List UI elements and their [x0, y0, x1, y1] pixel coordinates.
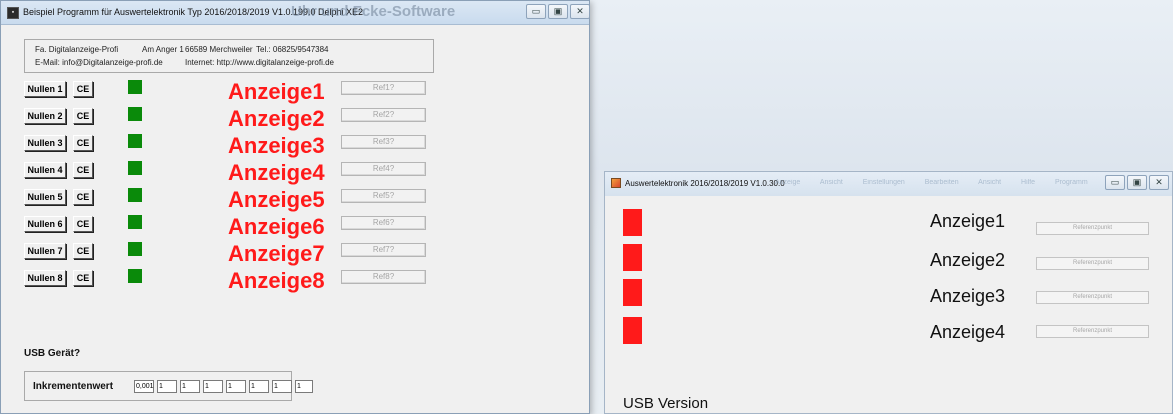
- inkrement-field-7[interactable]: 1: [272, 380, 292, 393]
- window-title-2: Auswertelektronik 2016/2018/2019 V1.0.30…: [625, 179, 785, 188]
- ce-button-3[interactable]: CE: [73, 135, 93, 151]
- nullen-button-2[interactable]: Nullen 2: [24, 108, 66, 124]
- status-led-red-1: [623, 209, 642, 236]
- app-icon-2: [611, 178, 621, 188]
- status-led-5: [128, 188, 142, 202]
- anzeige-value-7: Anzeige7: [228, 241, 325, 266]
- nullen-button-6[interactable]: Nullen 6: [24, 216, 66, 232]
- anzeige-label-1: Anzeige1: [930, 211, 1006, 231]
- close-button-2[interactable]: ✕: [1149, 175, 1169, 190]
- inkrement-field-5[interactable]: 1: [226, 380, 246, 393]
- inkrement-field-8[interactable]: 1: [295, 380, 313, 393]
- maximize-button[interactable]: ▣: [548, 4, 568, 19]
- company-street: Am Anger 1: [142, 45, 184, 54]
- company-name: Fa. Digitalanzeige-Profi: [35, 45, 119, 54]
- ref-button-7[interactable]: Ref7?: [341, 243, 426, 257]
- anzeige-label-3: Anzeige3: [930, 286, 1006, 306]
- status-led-red-4: [623, 317, 642, 344]
- ce-button-2[interactable]: CE: [73, 108, 93, 124]
- ref-button-4[interactable]: Ref4?: [341, 162, 426, 176]
- second-window: Auswertelektronik 2016/2018/2019 V1.0.30…: [604, 171, 1173, 414]
- anzeige-label-4: Anzeige4: [930, 322, 1006, 342]
- referenzpunkt-button-1[interactable]: Referenzpunkt: [1036, 222, 1149, 235]
- minimize-button[interactable]: ▭: [526, 4, 546, 19]
- status-led-red-2: [623, 244, 642, 271]
- app-icon: ▪: [7, 7, 19, 19]
- nullen-button-7[interactable]: Nullen 7: [24, 243, 66, 259]
- background-menu-text: Anzeige Ansicht Einstellungen Bearbeiten…: [775, 179, 1088, 186]
- referenzpunkt-button-4[interactable]: Referenzpunkt: [1036, 325, 1149, 338]
- anzeige-value-8: Anzeige8: [228, 268, 325, 293]
- status-led-8: [128, 269, 142, 283]
- ce-button-5[interactable]: CE: [73, 189, 93, 205]
- status-led-1: [128, 80, 142, 94]
- anzeige-value-2: Anzeige2: [228, 106, 325, 131]
- title-bar[interactable]: ▪ Beispiel Programm für Auswertelektroni…: [1, 1, 590, 25]
- status-led-4: [128, 161, 142, 175]
- company-phone: Tel.: 06825/9547384: [256, 45, 329, 54]
- nullen-button-5[interactable]: Nullen 5: [24, 189, 66, 205]
- inkrement-field-3[interactable]: 1: [180, 380, 200, 393]
- ref-button-2[interactable]: Ref2?: [341, 108, 426, 122]
- ce-button-6[interactable]: CE: [73, 216, 93, 232]
- caption-buttons: ▭ ▣ ✕: [526, 4, 590, 20]
- title-bar-2[interactable]: Auswertelektronik 2016/2018/2019 V1.0.30…: [605, 172, 1172, 196]
- caption-buttons-2: ▭ ▣ ✕: [1105, 175, 1169, 191]
- ce-button-4[interactable]: CE: [73, 162, 93, 178]
- anzeige-value-5: Anzeige5: [228, 187, 325, 212]
- close-button[interactable]: ✕: [570, 4, 590, 19]
- ref-button-6[interactable]: Ref6?: [341, 216, 426, 230]
- ref-button-8[interactable]: Ref8?: [341, 270, 426, 284]
- ce-button-7[interactable]: CE: [73, 243, 93, 259]
- ref-button-5[interactable]: Ref5?: [341, 189, 426, 203]
- anzeige-value-6: Anzeige6: [228, 214, 325, 239]
- status-led-7: [128, 242, 142, 256]
- referenzpunkt-button-2[interactable]: Referenzpunkt: [1036, 257, 1149, 270]
- inkrement-label: Inkrementenwert: [33, 381, 114, 392]
- nullen-button-4[interactable]: Nullen 4: [24, 162, 66, 178]
- main-window: ▪ Beispiel Programm für Auswertelektroni…: [0, 0, 590, 414]
- ce-button-1[interactable]: CE: [73, 81, 93, 97]
- nullen-button-3[interactable]: Nullen 3: [24, 135, 66, 151]
- anzeige-value-4: Anzeige4: [228, 160, 325, 185]
- inkrement-field-6[interactable]: 1: [249, 380, 269, 393]
- anzeige-value-1: Anzeige1: [228, 79, 325, 104]
- company-web: Internet: http://www.digitalanzeige-prof…: [185, 58, 334, 67]
- anzeige-label-2: Anzeige2: [930, 250, 1006, 270]
- referenzpunkt-button-3[interactable]: Referenzpunkt: [1036, 291, 1149, 304]
- company-city: 66589 Merchweiler: [185, 45, 253, 54]
- ce-button-8[interactable]: CE: [73, 270, 93, 286]
- maximize-button-2[interactable]: ▣: [1127, 175, 1147, 190]
- company-email: E-Mail: info@Digitalanzeige-profi.de: [35, 58, 163, 67]
- inkrement-group: Inkrementenwert 0,001 1 1 1 1 1 1 1: [24, 371, 313, 401]
- usb-version-label: USB Version: [623, 395, 709, 412]
- inkrement-field-2[interactable]: 1: [157, 380, 177, 393]
- company-info-box: Fa. Digitalanzeige-Profi Am Anger 1 6658…: [24, 39, 434, 73]
- status-led-3: [128, 134, 142, 148]
- usb-status-label: USB Gerät?: [24, 348, 81, 359]
- inkrement-field-4[interactable]: 1: [203, 380, 223, 393]
- minimize-button-2[interactable]: ▭: [1105, 175, 1125, 190]
- status-led-6: [128, 215, 142, 229]
- nullen-button-8[interactable]: Nullen 8: [24, 270, 66, 286]
- ref-button-1[interactable]: Ref1?: [341, 81, 426, 95]
- background-window-title: Uhr und Fcke-Software: [291, 3, 456, 20]
- inkrement-field-1[interactable]: 0,001: [134, 380, 154, 393]
- status-led-red-3: [623, 279, 642, 306]
- status-led-2: [128, 107, 142, 121]
- desktop-background: [590, 0, 1173, 170]
- nullen-button-1[interactable]: Nullen 1: [24, 81, 66, 97]
- anzeige-value-3: Anzeige3: [228, 133, 325, 158]
- ref-button-3[interactable]: Ref3?: [341, 135, 426, 149]
